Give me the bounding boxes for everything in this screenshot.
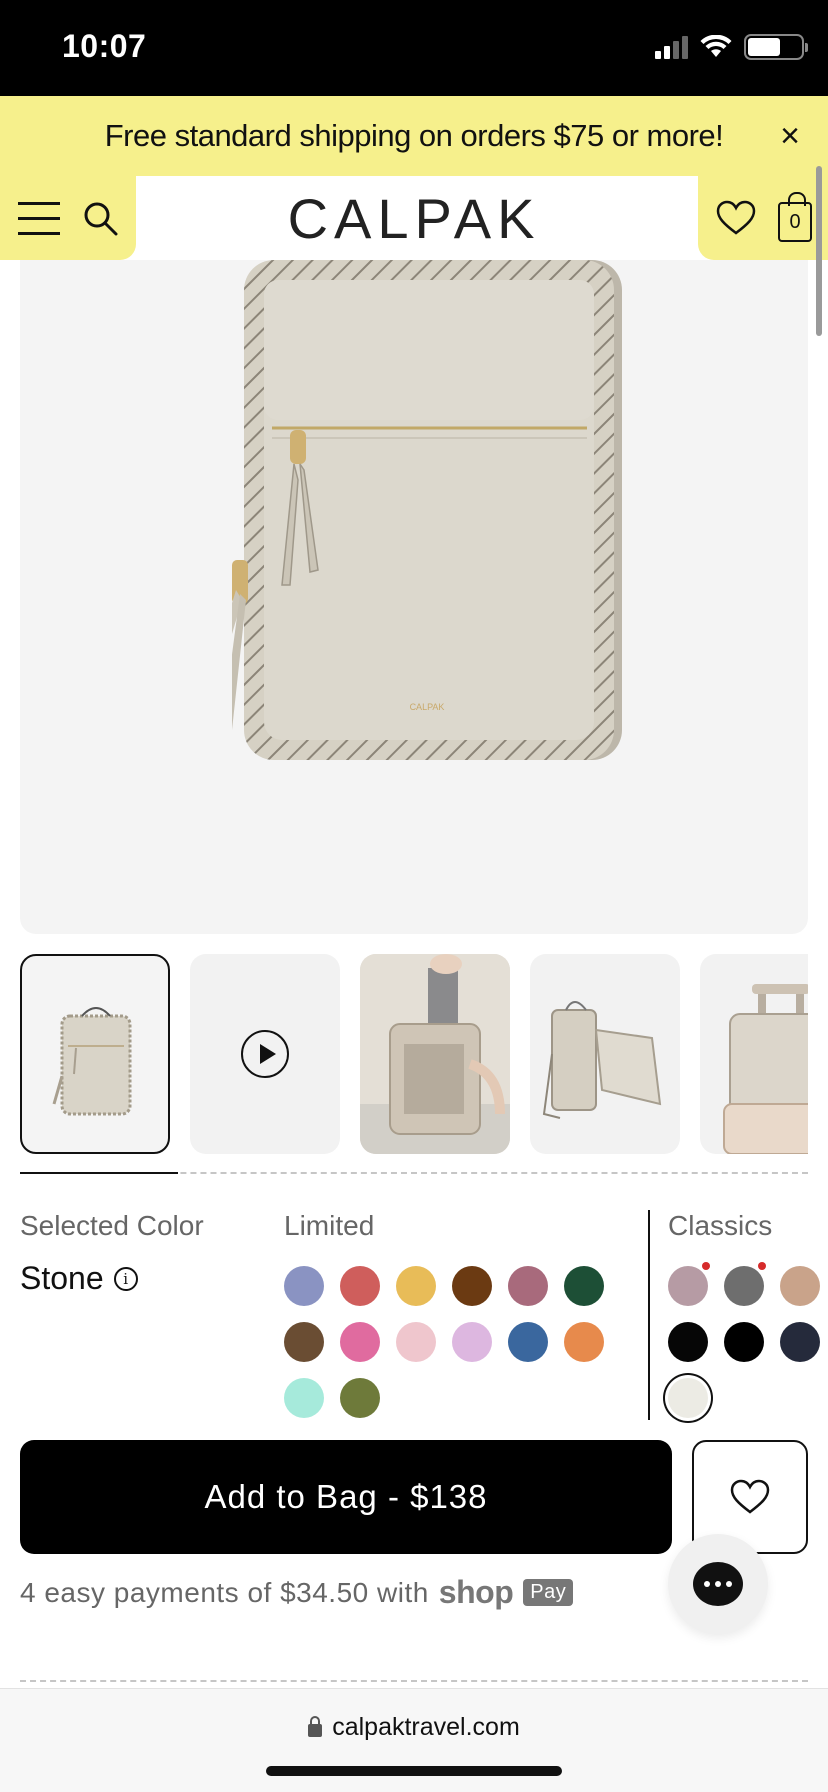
- backpack-on-luggage-image: [723, 984, 808, 1154]
- color-swatch[interactable]: [452, 1322, 492, 1362]
- search-icon[interactable]: [82, 200, 118, 236]
- thumbnail-carousel: [20, 954, 808, 1154]
- backpack-thumbnail-image: [52, 1007, 132, 1116]
- heart-icon: [730, 1479, 770, 1514]
- shop-pay-logo: shop: [438, 1574, 514, 1610]
- color-swatch[interactable]: [564, 1266, 604, 1306]
- chat-button[interactable]: [668, 1534, 768, 1634]
- limited-label: Limited: [284, 1210, 375, 1241]
- classic-colors: Classics: [648, 1210, 820, 1420]
- status-time: 10:07: [62, 28, 147, 64]
- thumbnail-backpack-on-luggage[interactable]: [700, 954, 808, 1154]
- color-selector: Selected Color Stone i Limited Classics: [20, 1210, 820, 1430]
- close-icon[interactable]: ×: [780, 116, 800, 156]
- color-swatch[interactable]: [668, 1322, 708, 1362]
- heart-icon[interactable]: [716, 200, 756, 236]
- color-swatch[interactable]: [340, 1322, 380, 1362]
- new-indicator-dot: [758, 1262, 766, 1270]
- color-swatch[interactable]: [564, 1322, 604, 1362]
- color-swatch[interactable]: [508, 1266, 548, 1306]
- browser-url-bar[interactable]: calpaktravel.com: [0, 1688, 828, 1792]
- color-swatch[interactable]: [508, 1322, 548, 1362]
- new-indicator-dot: [702, 1262, 710, 1270]
- site-header: CALPAK 0: [0, 176, 828, 260]
- selected-color-value: Stone i: [20, 1260, 138, 1297]
- selected-color-name: Stone: [20, 1260, 104, 1296]
- info-icon[interactable]: i: [113, 1266, 138, 1291]
- home-indicator[interactable]: [266, 1766, 562, 1776]
- status-bar: 10:07: [0, 0, 828, 96]
- url-display[interactable]: calpaktravel.com: [0, 1713, 828, 1742]
- battery-icon: [744, 34, 808, 60]
- cellular-signal-icon: [655, 35, 688, 59]
- color-swatch[interactable]: [340, 1266, 380, 1306]
- installment-text: 4 easy payments of $34.50 with: [20, 1576, 429, 1608]
- color-swatch[interactable]: [724, 1322, 764, 1362]
- color-swatch[interactable]: [340, 1378, 380, 1418]
- product-hero-image[interactable]: CALPAK: [20, 260, 808, 934]
- thumbnail-backpack-side[interactable]: [530, 954, 680, 1154]
- backpack-side-image: [542, 1001, 662, 1119]
- play-icon: [241, 1030, 289, 1078]
- backpack-image: CALPAK: [232, 260, 622, 760]
- header-left-actions: [0, 176, 136, 260]
- color-swatch[interactable]: [780, 1322, 820, 1362]
- color-swatch[interactable]: [668, 1262, 710, 1306]
- color-swatch[interactable]: [284, 1378, 324, 1418]
- lock-icon: [308, 1716, 323, 1737]
- carousel-progress-active: [20, 1172, 178, 1174]
- thumbnail-backpack-front[interactable]: [20, 954, 170, 1154]
- color-swatch[interactable]: [724, 1262, 766, 1306]
- pay-badge: Pay: [523, 1579, 574, 1606]
- status-icons: [655, 34, 808, 60]
- url-text: calpaktravel.com: [332, 1713, 520, 1741]
- promo-text: Free standard shipping on orders $75 or …: [104, 118, 724, 153]
- limited-colors: Limited: [284, 1210, 624, 1418]
- thumbnail-video[interactable]: [190, 954, 340, 1154]
- header-right-actions: 0: [698, 176, 828, 260]
- cart-icon[interactable]: 0: [778, 192, 812, 242]
- menu-icon[interactable]: [18, 199, 60, 237]
- thumbnail-backpack-open-laptop[interactable]: [360, 954, 510, 1154]
- wifi-icon: [700, 35, 732, 57]
- color-swatch[interactable]: [284, 1322, 324, 1362]
- color-swatch[interactable]: [396, 1266, 436, 1306]
- add-to-bag-button[interactable]: Add to Bag - $138: [20, 1440, 672, 1554]
- lifestyle-photo-laptop: [360, 954, 510, 1154]
- installment-info: 4 easy payments of $34.50 with shop Pay: [20, 1574, 574, 1611]
- color-swatch[interactable]: [780, 1266, 820, 1306]
- promo-banner: Free standard shipping on orders $75 or …: [0, 96, 828, 176]
- limited-swatch-grid: [284, 1266, 604, 1418]
- selected-color-label: Selected Color: [20, 1210, 204, 1241]
- classic-swatch-grid: [668, 1262, 820, 1418]
- section-divider: [20, 1680, 808, 1682]
- cart-count: 0: [789, 210, 801, 233]
- color-swatch[interactable]: [284, 1266, 324, 1306]
- color-swatch[interactable]: [396, 1322, 436, 1362]
- classics-label: Classics: [668, 1210, 773, 1241]
- carousel-progress: [20, 1172, 808, 1174]
- svg-text:CALPAK: CALPAK: [410, 702, 445, 712]
- page-scrollbar[interactable]: [816, 166, 822, 336]
- color-swatch[interactable]: [452, 1266, 492, 1306]
- chat-icon: [693, 1562, 743, 1606]
- color-swatch-selected[interactable]: [668, 1378, 708, 1418]
- selected-color: Selected Color Stone i: [20, 1210, 204, 1296]
